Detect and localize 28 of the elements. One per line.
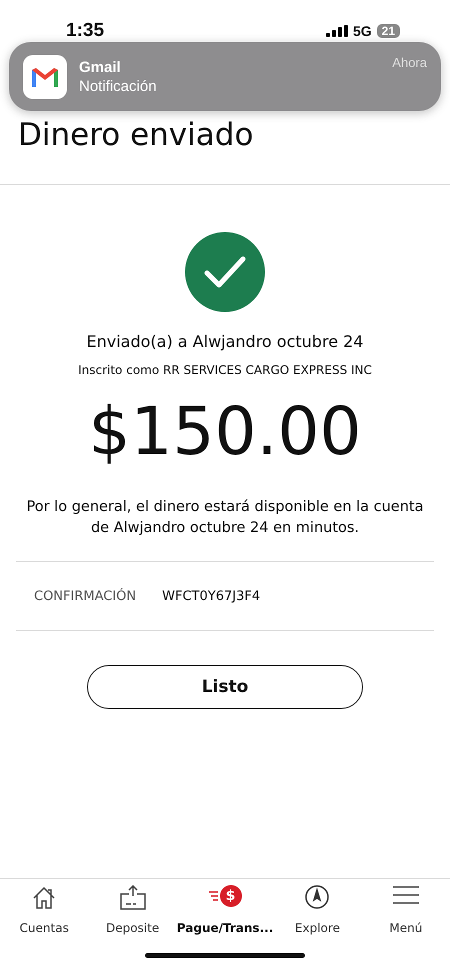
nav-tab[interactable]: Cuentas: [0, 885, 88, 935]
nav-tab[interactable]: Deposite: [88, 885, 177, 935]
nav-tab[interactable]: Explore: [273, 885, 362, 935]
network-label: 5G: [352, 23, 372, 39]
signal-icon: [326, 25, 348, 37]
compass-icon: [305, 885, 330, 909]
dollar-badge: $: [220, 885, 242, 907]
menu-icon: [392, 885, 419, 905]
notification-time: Ahora: [392, 55, 427, 70]
notification-text: Notificación: [79, 76, 158, 96]
battery-level: 21: [376, 24, 400, 38]
page-title: Dinero enviado: [18, 116, 254, 155]
deposit-icon: [118, 885, 147, 911]
confirmation-number: WFCT0Y67J3F4: [162, 588, 260, 604]
enrolled-text: Inscrito como RR SERVICES CARGO EXPRESS INC: [78, 363, 372, 377]
speed-lines-icon: [208, 890, 219, 902]
done-button[interactable]: Listo: [87, 665, 363, 709]
confirmation-label: CONFIRMACIÓN: [34, 588, 136, 604]
check-icon: [185, 232, 265, 312]
availability-note: Por lo general, el dinero estará disponible en la cuenta de Alwjandro octubre 24 en minutos.: [26, 498, 424, 538]
mail-app-icon: [23, 54, 67, 98]
recipient-text: Enviado(a) a Alwjandro octubre 24: [86, 332, 364, 351]
nav-tab[interactable]: $ Pague/Trans...: [176, 885, 274, 935]
home-icon: [31, 885, 58, 911]
nav-tab[interactable]: Menú: [362, 885, 450, 935]
status-time: 1:35: [66, 20, 104, 42]
amount: $150.00: [88, 392, 362, 472]
notification-app: Gmail: [79, 58, 122, 76]
